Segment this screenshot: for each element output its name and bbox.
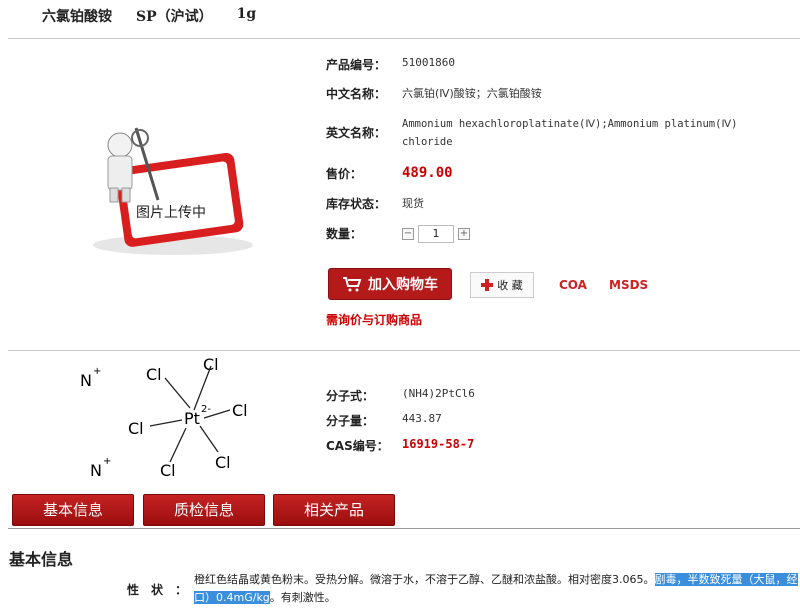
info-row-stock: 库存状态： 现货 bbox=[326, 195, 424, 212]
favorite-label: 收 藏 bbox=[497, 279, 523, 292]
stock-value: 现货 bbox=[402, 197, 424, 210]
info-row-formula: 分子式： (NH4)2PtCl6 bbox=[326, 387, 475, 404]
favorite-button[interactable]: 收 藏 bbox=[470, 272, 534, 298]
atom-pt: Pt bbox=[184, 409, 200, 428]
molecular-structure: N + N + Cl Cl Cl Cl Cl Cl Pt 2- bbox=[70, 352, 270, 482]
tab-basic-info[interactable]: 基本信息 bbox=[12, 494, 134, 526]
cas-value: 16919-58-7 bbox=[402, 437, 475, 451]
add-to-cart-button[interactable]: 加入购物车 bbox=[328, 268, 452, 300]
atom-cl2: Cl bbox=[203, 355, 219, 374]
weight-value: 443.87 bbox=[402, 412, 442, 425]
price-value: 489.00 bbox=[402, 165, 453, 181]
product-image: 图片上传中 bbox=[78, 120, 258, 260]
property-label: 性状： bbox=[127, 583, 200, 597]
msds-link[interactable]: MSDS bbox=[609, 278, 648, 292]
section-title: 基本信息 bbox=[9, 550, 74, 569]
atom-cl6: Cl bbox=[215, 453, 231, 472]
atom-cl3: Cl bbox=[232, 401, 248, 420]
cas-label: CAS编号： bbox=[326, 439, 389, 453]
divider bbox=[8, 528, 800, 529]
formula-value: (NH4)2PtCl6 bbox=[402, 387, 475, 400]
formula-label: 分子式： bbox=[326, 389, 375, 403]
info-row-price: 售价： 489.00 bbox=[326, 165, 453, 182]
property-value: 橙红色结晶或黄色粉末。受热分解。微溶于水，不溶于乙醇、乙醚和浓盐酸。相对密度3.… bbox=[194, 571, 798, 607]
structure-diagram: N + N + Cl Cl Cl Cl Cl Cl Pt 2- bbox=[80, 355, 248, 480]
code-label: 产品编号： bbox=[326, 58, 387, 72]
product-size: 1g bbox=[236, 6, 257, 22]
charge-plus2: + bbox=[103, 456, 111, 467]
divider bbox=[8, 38, 800, 39]
en-name-value: Ammonium hexachloroplatinate(Ⅳ);Ammonium… bbox=[402, 115, 737, 151]
en-name-label: 英文名称： bbox=[326, 126, 387, 140]
cn-name-value: 六氯铂(Ⅳ)酸铵；六氯铂酸铵 bbox=[402, 87, 542, 100]
product-name: 六氯铂酸铵 bbox=[42, 9, 112, 25]
qty-label: 数量： bbox=[326, 227, 363, 241]
atom-cl5: Cl bbox=[160, 461, 176, 480]
qty-plus-button[interactable]: + bbox=[458, 228, 470, 240]
info-row-cas: CAS编号： 16919-58-7 bbox=[326, 437, 474, 454]
tab-related-products[interactable]: 相关产品 bbox=[273, 494, 395, 526]
quantity-stepper: − 1 + bbox=[402, 225, 470, 243]
info-row-qty: 数量： − 1 + bbox=[326, 225, 470, 243]
qty-minus-button[interactable]: − bbox=[402, 228, 414, 240]
price-label: 售价： bbox=[326, 167, 363, 181]
upload-placeholder-text: 图片上传中 bbox=[136, 205, 206, 221]
info-row-weight: 分子量： 443.87 bbox=[326, 412, 442, 429]
atom-n1: N bbox=[80, 371, 92, 390]
cn-name-label: 中文名称： bbox=[326, 87, 387, 101]
atom-cl1: Cl bbox=[146, 365, 162, 384]
inquire-link[interactable]: 需询价与订购商品 bbox=[326, 311, 422, 328]
info-row-cn-name: 中文名称： 六氯铂(Ⅳ)酸铵；六氯铂酸铵 bbox=[326, 85, 542, 102]
divider bbox=[8, 350, 800, 351]
en-name-line2: chloride bbox=[402, 136, 453, 148]
atom-n2: N bbox=[90, 461, 102, 480]
atom-cl4: Cl bbox=[128, 419, 144, 438]
upload-placeholder-icon bbox=[93, 127, 253, 255]
product-title: 六氯铂酸铵 SP（沪试） 1g bbox=[42, 6, 256, 26]
en-name-line1: Ammonium hexachloroplatinate(Ⅳ);Ammonium… bbox=[402, 118, 738, 130]
plus-icon bbox=[481, 279, 494, 291]
property-tail: 。有刺激性。 bbox=[269, 591, 336, 604]
weight-label: 分子量： bbox=[326, 414, 375, 428]
stock-label: 库存状态： bbox=[326, 197, 387, 211]
charge-plus1: + bbox=[93, 366, 101, 377]
info-row-code: 产品编号： 51001860 bbox=[326, 56, 455, 73]
code-value: 51001860 bbox=[402, 56, 455, 69]
tab-qc-info[interactable]: 质检信息 bbox=[143, 494, 265, 526]
charge-2minus: 2- bbox=[201, 404, 211, 415]
product-grade: SP（沪试） bbox=[136, 9, 213, 25]
info-row-en-name: 英文名称： Ammonium hexachloroplatinate(Ⅳ);Am… bbox=[326, 115, 737, 151]
property-text: 橙红色结晶或黄色粉末。受热分解。微溶于水，不溶于乙醇、乙醚和浓盐酸。相对密度3.… bbox=[194, 573, 655, 586]
qty-input[interactable]: 1 bbox=[418, 225, 454, 243]
add-to-cart-label: 加入购物车 bbox=[368, 277, 438, 293]
cart-icon bbox=[343, 277, 362, 292]
coa-link[interactable]: COA bbox=[559, 278, 587, 292]
